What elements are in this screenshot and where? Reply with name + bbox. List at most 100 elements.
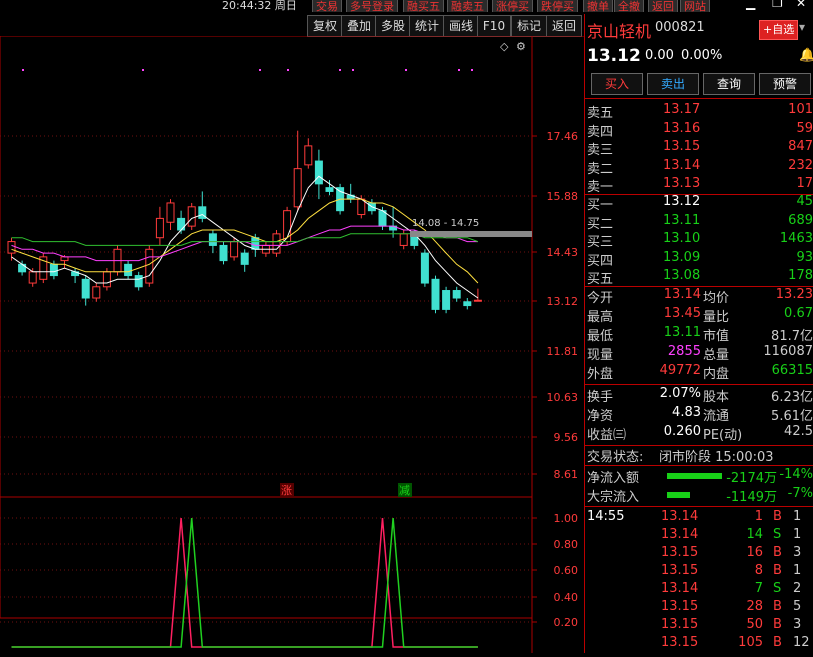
close-icon[interactable]: ✕ bbox=[796, 0, 806, 10]
bid-label: 买一 bbox=[587, 198, 614, 213]
tick-price: 13.15 bbox=[661, 635, 699, 650]
website-button[interactable]: 网站 bbox=[680, 0, 710, 12]
multi-stock-button[interactable]: 多股 bbox=[375, 15, 411, 37]
flow-pct: -14% bbox=[779, 467, 813, 482]
price-tick-label: 8.61 bbox=[554, 468, 579, 481]
stat-value: 81.7亿 bbox=[771, 329, 813, 344]
candle-body bbox=[28, 271, 37, 284]
f10-button[interactable]: F10 bbox=[477, 15, 511, 37]
tick-volume: 16 bbox=[746, 545, 763, 560]
signal-dot bbox=[22, 69, 24, 71]
tick-count: 5 bbox=[793, 599, 802, 614]
candle-body bbox=[134, 275, 143, 288]
price-tick-label: 11.81 bbox=[547, 345, 579, 358]
tick-volume: 7 bbox=[754, 581, 763, 596]
return-button[interactable]: 返回 bbox=[546, 15, 582, 37]
stock-code: 000821 bbox=[655, 20, 705, 35]
stat-label: 最低 bbox=[587, 329, 614, 344]
stat-label: 外盘 bbox=[587, 367, 614, 382]
flow-bar bbox=[667, 492, 690, 498]
ask-price: 13.15 bbox=[663, 139, 701, 154]
limit-up-buy-button[interactable]: 涨停买 bbox=[492, 0, 533, 12]
tick-side: S bbox=[773, 527, 782, 542]
candle-body bbox=[92, 286, 101, 299]
tick-price: 13.15 bbox=[661, 617, 699, 632]
draw-line-button[interactable]: 画线 bbox=[443, 15, 479, 37]
tick-row: 13.15 8 B 1 bbox=[585, 563, 813, 582]
stat-row: 最低 13.11 市值 81.7亿 bbox=[585, 325, 813, 344]
tick-count: 1 bbox=[793, 563, 802, 578]
return-top-button[interactable]: 返回 bbox=[648, 0, 678, 12]
ask-price: 13.17 bbox=[663, 102, 701, 117]
stat-label: 换手 bbox=[587, 390, 614, 405]
ask-row: 卖五 13.17 101 bbox=[585, 102, 813, 121]
tick-row: 13.14 14 S 1 bbox=[585, 527, 813, 546]
price-tick-label: 13.12 bbox=[547, 295, 579, 308]
bid-price: 13.09 bbox=[663, 249, 701, 265]
tick-row: 13.14 7 S 2 bbox=[585, 581, 813, 600]
candle-body bbox=[219, 244, 228, 262]
minimize-icon[interactable]: ▁ bbox=[746, 0, 755, 10]
flow-pct: -7% bbox=[787, 486, 813, 501]
stat-value: 116087 bbox=[763, 344, 813, 359]
stat-value: 0.67 bbox=[784, 306, 813, 321]
stat-label: 流通 bbox=[703, 409, 730, 424]
query-button[interactable]: 查询 bbox=[703, 73, 755, 95]
multi-login-button[interactable]: 多号登录 bbox=[346, 0, 398, 12]
restore-icon[interactable]: ❐ bbox=[772, 0, 783, 10]
limit-down-buy-button[interactable]: 跌停买 bbox=[537, 0, 578, 12]
overlay-button[interactable]: 叠加 bbox=[341, 15, 377, 37]
sell-button[interactable]: 卖出 bbox=[647, 73, 699, 95]
stat-value: 0.260 bbox=[663, 424, 701, 439]
tick-price: 13.15 bbox=[661, 545, 699, 560]
flow-label: 大宗流入 bbox=[587, 490, 640, 505]
tick-price: 13.15 bbox=[661, 599, 699, 614]
alert-button[interactable]: 预警 bbox=[759, 73, 811, 95]
statistics-button[interactable]: 统计 bbox=[409, 15, 445, 37]
candle-body bbox=[124, 263, 133, 277]
cancel-order-button[interactable]: 撤单 bbox=[583, 0, 613, 12]
candle-body bbox=[272, 233, 281, 254]
cancel-all-button[interactable]: 全撤 bbox=[614, 0, 644, 12]
divider bbox=[585, 506, 813, 507]
bid-price: 13.08 bbox=[663, 268, 701, 283]
tick-volume: 14 bbox=[746, 527, 763, 542]
price-line: 13.12 0.00 0.00% 🔔 bbox=[585, 46, 813, 68]
buy-button[interactable]: 买入 bbox=[591, 73, 643, 95]
dropdown-icon[interactable]: ▾ bbox=[799, 20, 805, 34]
flow-value: -1149万 bbox=[726, 490, 777, 505]
stat-value: 5.61亿 bbox=[771, 409, 813, 424]
adjust-button[interactable]: 复权 bbox=[307, 15, 343, 37]
margin-buy-button[interactable]: 融买五 bbox=[403, 0, 444, 12]
price-change: 0.00 bbox=[645, 48, 674, 63]
bid-price: 13.11 bbox=[663, 212, 701, 228]
tick-time: 14:55 bbox=[587, 509, 625, 524]
kline-chart[interactable]: 17.46 15.88 14.43 13.12 11.81 10.63 9.56 8.61 14… bbox=[0, 35, 584, 653]
chart-canvas: 17.46 15.88 14.43 13.12 11.81 10.63 9.56 8.61 14… bbox=[0, 35, 584, 653]
ask-row: 卖三 13.15 847 bbox=[585, 139, 813, 158]
tick-row: 14:55 13.14 1 B 1 bbox=[585, 509, 813, 528]
add-watchlist-button[interactable]: +自选 bbox=[759, 20, 799, 40]
signal-dot bbox=[471, 69, 473, 71]
stat-value: 49772 bbox=[659, 363, 701, 378]
ask-price: 13.16 bbox=[663, 120, 701, 136]
clock: 20:44:32 周日 bbox=[222, 0, 297, 12]
flow-row: 大宗流入 -1149万 -7% bbox=[585, 486, 813, 505]
ask-price: 13.14 bbox=[663, 157, 701, 173]
candle-body bbox=[81, 278, 90, 299]
signal-dot bbox=[287, 69, 289, 71]
bell-icon[interactable]: 🔔 bbox=[799, 48, 813, 63]
signal-dot bbox=[352, 69, 354, 71]
tick-volume: 105 bbox=[738, 635, 763, 650]
ask-volume: 847 bbox=[788, 139, 813, 154]
tick-volume: 50 bbox=[746, 617, 763, 632]
tick-count: 1 bbox=[793, 527, 802, 542]
margin-sell-button[interactable]: 融卖五 bbox=[447, 0, 488, 12]
chart-toolbar: 复权 叠加 多股 统计 画线 F10 标记 返回 bbox=[0, 14, 582, 37]
trade-button[interactable]: 交易 bbox=[312, 0, 342, 12]
stat-label: 内盘 bbox=[703, 367, 730, 382]
tick-volume: 8 bbox=[754, 563, 763, 578]
candle-body bbox=[166, 202, 175, 223]
price-change-pct: 0.00% bbox=[681, 48, 723, 63]
mark-button[interactable]: 标记 bbox=[511, 15, 547, 37]
